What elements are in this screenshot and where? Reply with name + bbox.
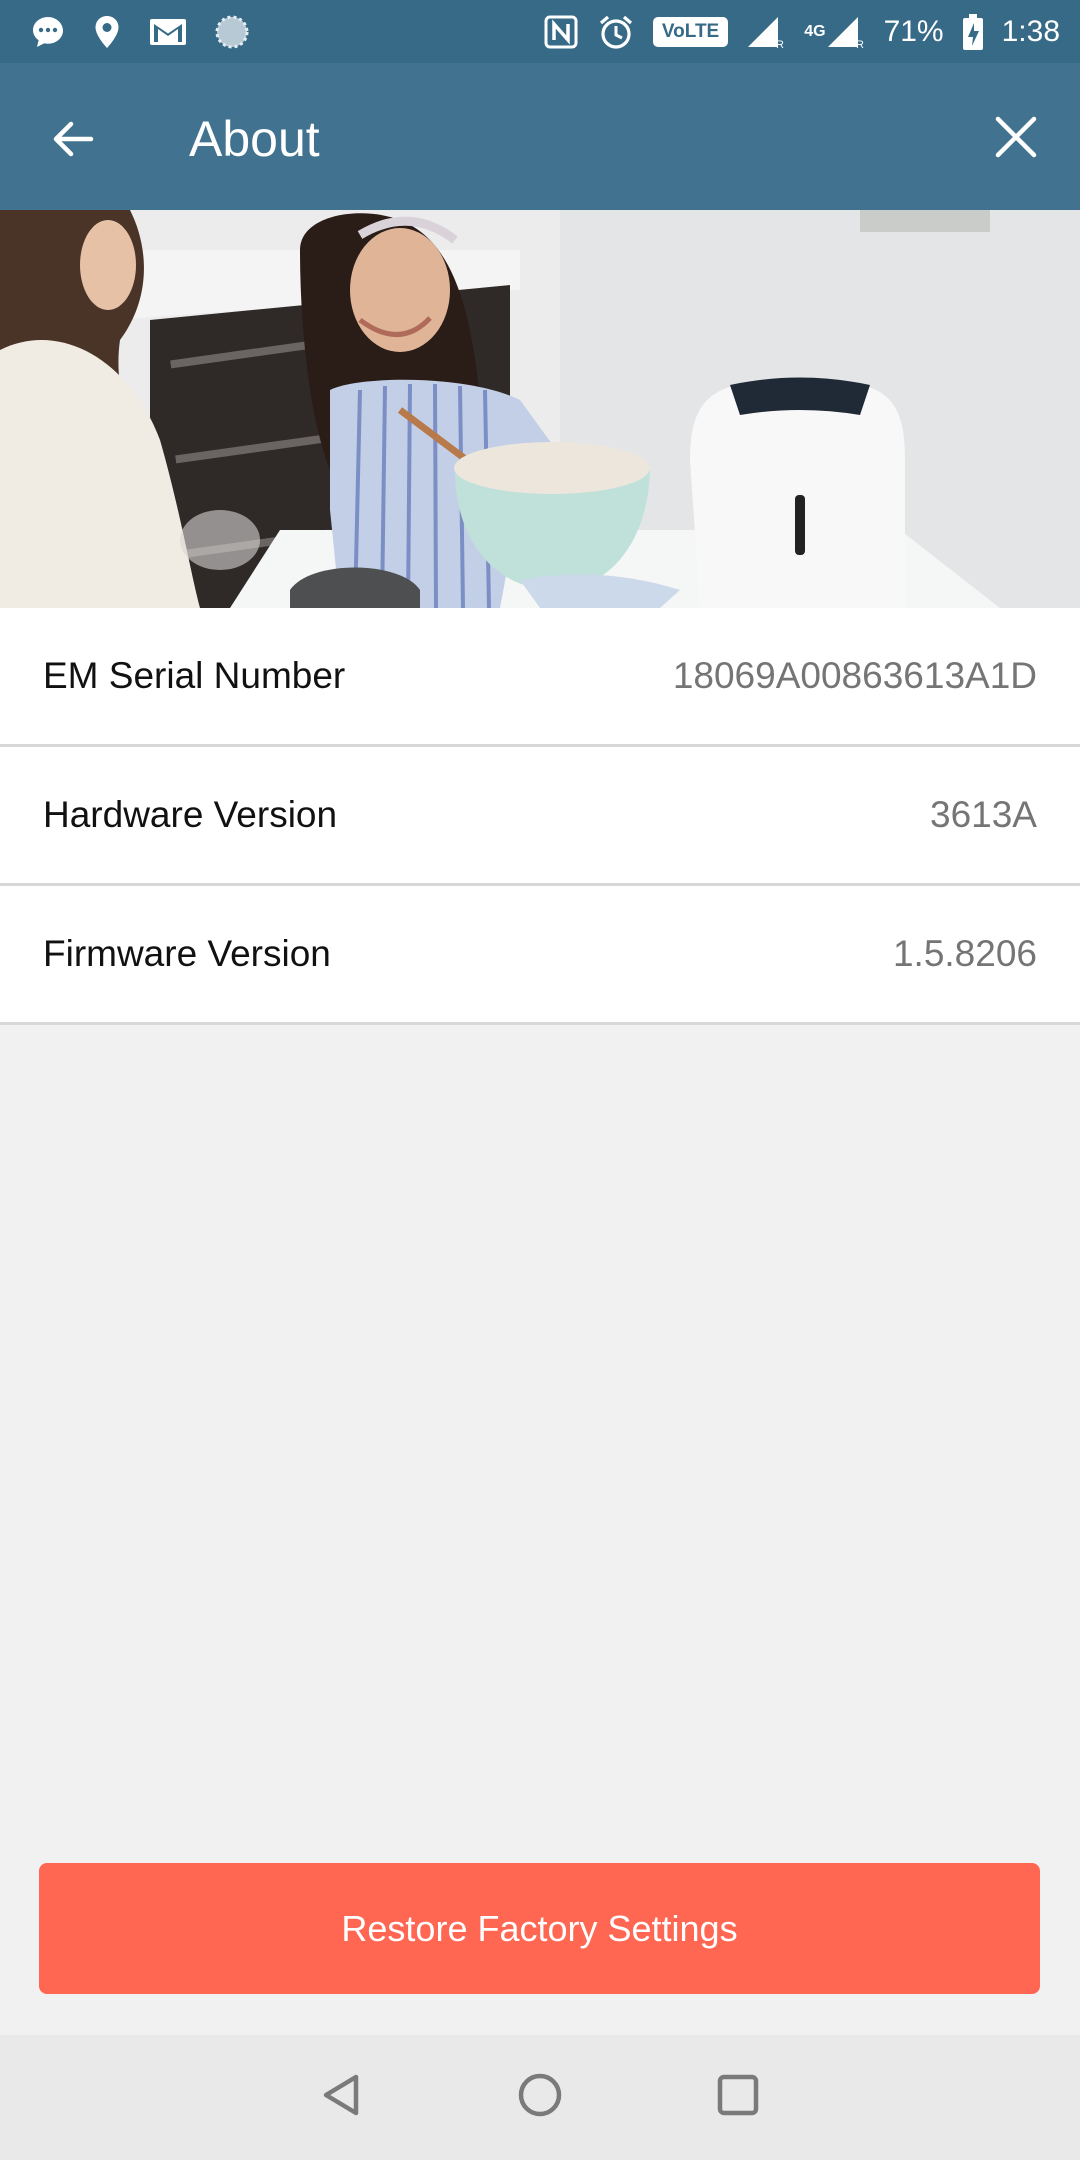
svg-text:R: R: [856, 39, 864, 49]
info-row-firmware-version: Firmware Version 1.5.8206: [0, 886, 1080, 1025]
restore-factory-settings-button[interactable]: Restore Factory Settings: [39, 1863, 1040, 1994]
battery-percent: 71%: [883, 14, 944, 48]
gmail-icon: [148, 16, 188, 48]
em-serial-number-label: EM Serial Number: [43, 655, 346, 696]
em-serial-number-value: 18069A00863613A1D: [672, 655, 1037, 696]
status-notification-icons: [0, 0, 250, 63]
messaging-icon: [30, 14, 66, 50]
system-navigation-bar: [0, 2035, 1080, 2160]
hero-image: [0, 210, 1080, 608]
close-icon: [995, 116, 1037, 158]
status-bar: VoLTE R 4G R 71% 1:38: [0, 0, 1080, 63]
status-system-icons: VoLTE R 4G R 71% 1:38: [543, 0, 1060, 63]
signal-icon: R: [746, 15, 786, 49]
home-circle-icon[interactable]: [516, 2071, 564, 2124]
signal-4g-icon: 4G R: [804, 15, 865, 49]
info-row-hardware-version: Hardware Version 3613A: [0, 747, 1080, 886]
clock-time: 1:38: [1001, 14, 1060, 48]
alarm-icon: [597, 13, 635, 51]
nfc-icon: [543, 14, 579, 50]
back-button[interactable]: [40, 107, 104, 171]
back-triangle-icon[interactable]: [318, 2071, 366, 2124]
recents-square-icon[interactable]: [714, 2071, 762, 2124]
hardware-version-label: Hardware Version: [43, 794, 338, 835]
close-button[interactable]: [984, 105, 1048, 169]
firmware-version-label: Firmware Version: [43, 933, 331, 974]
info-row-em-serial-number: EM Serial Number 18069A00863613A1D: [0, 608, 1080, 747]
hardware-version-value: 3613A: [930, 794, 1037, 835]
device-info-list: EM Serial Number 18069A00863613A1D Hardw…: [0, 608, 1080, 1025]
svg-text:R: R: [776, 39, 784, 49]
sync-icon: [214, 14, 250, 50]
app-bar: About: [0, 63, 1080, 210]
kitchen-scene-illustration: [0, 210, 1080, 608]
network-type-label: 4G: [804, 22, 826, 40]
page-title: About: [189, 111, 320, 167]
firmware-version-value: 1.5.8206: [892, 933, 1037, 974]
arrow-left-icon: [53, 121, 94, 157]
volte-icon: VoLTE: [652, 16, 729, 47]
battery-charging-icon: [962, 13, 984, 51]
location-icon: [92, 14, 122, 50]
